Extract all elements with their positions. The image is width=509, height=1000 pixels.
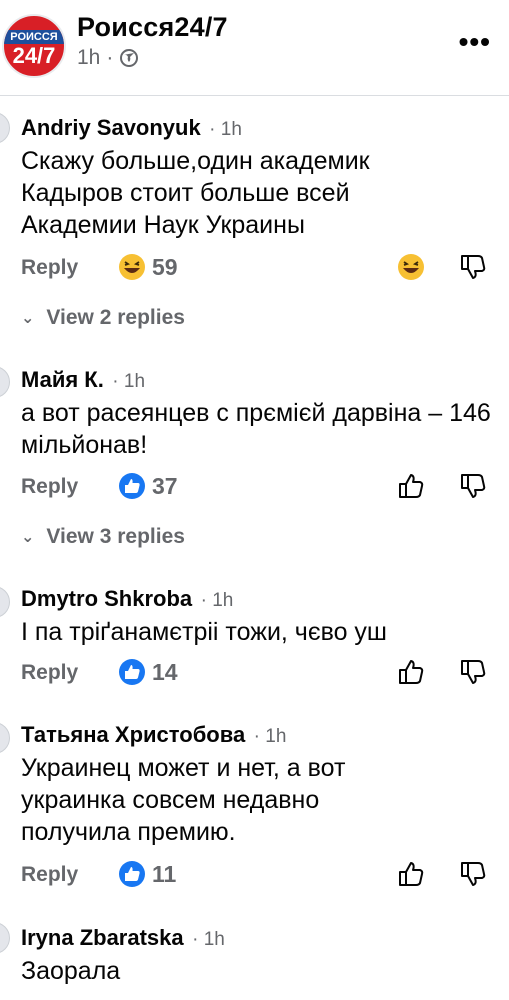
reaction-count: 37	[152, 472, 178, 499]
comment-author[interactable]: Татьяна Христобова	[21, 722, 245, 747]
avatar[interactable]	[0, 922, 10, 954]
reply-button[interactable]: Reply	[21, 863, 78, 887]
avatar[interactable]	[0, 722, 10, 754]
haha-emoji-icon	[119, 254, 145, 280]
reaction-count: 14	[152, 658, 178, 685]
chevron-down-icon: ⌄	[21, 529, 35, 546]
comment-item: Andriy Savonyuk · 1h Скажу больше,один а…	[21, 115, 491, 241]
like-icon[interactable]	[396, 859, 426, 889]
chevron-down-icon: ⌄	[21, 310, 35, 327]
more-options-button[interactable]: •••	[459, 28, 491, 56]
comment-time-value[interactable]: 1h	[204, 929, 225, 950]
page-avatar[interactable]: РОИССЯ 24/7	[2, 14, 66, 78]
avatar[interactable]	[0, 366, 10, 398]
comment-time: · 1h	[192, 929, 225, 950]
like-emoji-icon	[119, 473, 145, 499]
reaction-summary[interactable]: 37	[117, 471, 178, 501]
reaction-summary[interactable]: 11	[117, 859, 176, 889]
like-icon[interactable]	[396, 657, 426, 687]
view-replies-button[interactable]: ⌄ View 3 replies	[21, 525, 185, 549]
dot-separator: ·	[106, 46, 114, 69]
comment-time-value[interactable]: 1h	[124, 371, 145, 392]
post-header: РОИССЯ 24/7 Роисся24/7 1h · •••	[0, 0, 509, 95]
comment-item: Dmytro Shkroba · 1h І па тріґанамєтріі т…	[21, 586, 491, 648]
dislike-icon[interactable]	[458, 471, 488, 501]
comment-text: І па тріґанамєтріі тожи, чєво уш	[21, 618, 387, 646]
dislike-icon[interactable]	[458, 859, 488, 889]
comment-time: · 1h	[112, 371, 146, 392]
reply-button[interactable]: Reply	[21, 475, 78, 499]
comment-actions: Reply 59	[21, 250, 491, 286]
comment-author[interactable]: Andriy Savonyuk	[21, 115, 201, 140]
comment-actions: Reply 37	[21, 469, 491, 505]
comment-time-value[interactable]: 1h	[221, 119, 242, 140]
comment-time-value[interactable]: 1h	[265, 726, 286, 747]
comment-item: Майя К. · 1h а вот расеянцев с прємієй д…	[21, 367, 491, 461]
dislike-icon[interactable]	[458, 252, 488, 282]
like-icon[interactable]	[396, 471, 426, 501]
reaction-count: 59	[152, 253, 178, 280]
reply-button[interactable]: Reply	[21, 661, 78, 685]
comment-item: Iryna Zbaratska · 1h Заорала	[21, 925, 491, 987]
view-replies-button[interactable]: ⌄ View 2 replies	[21, 306, 185, 330]
reaction-count: 11	[152, 860, 177, 887]
comment-time: · 1h	[253, 726, 287, 747]
avatar[interactable]	[0, 112, 10, 144]
comment-text: Украинец может и нет, а вот украинка сов…	[21, 754, 346, 846]
comment-text: Скажу больше,один академик Кадыров стоит…	[21, 147, 370, 239]
view-replies-label: View 2 replies	[46, 306, 185, 329]
comment-time-value[interactable]: 1h	[212, 590, 233, 611]
comment-author[interactable]: Dmytro Shkroba	[21, 586, 192, 611]
comment-text: а вот расеянцев с прємієй дарвіна – 146 …	[21, 399, 491, 459]
logo-big-text: 24/7	[12, 43, 56, 68]
like-emoji-icon	[119, 659, 145, 685]
comment-time: · 1h	[200, 590, 234, 611]
comment-item: Татьяна Христобова · 1h Украинец может и…	[21, 722, 491, 848]
comment-author[interactable]: Iryna Zbaratska	[21, 925, 184, 950]
logo-top-text: РОИССЯ	[4, 30, 64, 44]
comment-actions: Reply 14	[21, 655, 491, 691]
page-name[interactable]: Роисся24/7	[77, 12, 228, 43]
post-meta: 1h ·	[77, 46, 139, 70]
reaction-summary[interactable]: 14	[117, 657, 178, 687]
dislike-icon[interactable]	[458, 657, 488, 687]
comment-author[interactable]: Майя К.	[21, 367, 104, 392]
header-divider	[0, 95, 509, 96]
avatar[interactable]	[0, 586, 10, 618]
globe-icon	[120, 49, 139, 67]
view-replies-label: View 3 replies	[46, 525, 185, 548]
comment-actions: Reply 11	[21, 857, 491, 893]
comment-time: · 1h	[209, 119, 242, 140]
reply-button[interactable]: Reply	[21, 256, 78, 280]
post-time[interactable]: 1h	[77, 46, 100, 70]
haha-react-icon[interactable]	[396, 252, 426, 282]
like-emoji-icon	[119, 861, 145, 887]
comment-text: Заорала	[21, 957, 121, 985]
reaction-summary[interactable]: 59	[117, 252, 178, 282]
